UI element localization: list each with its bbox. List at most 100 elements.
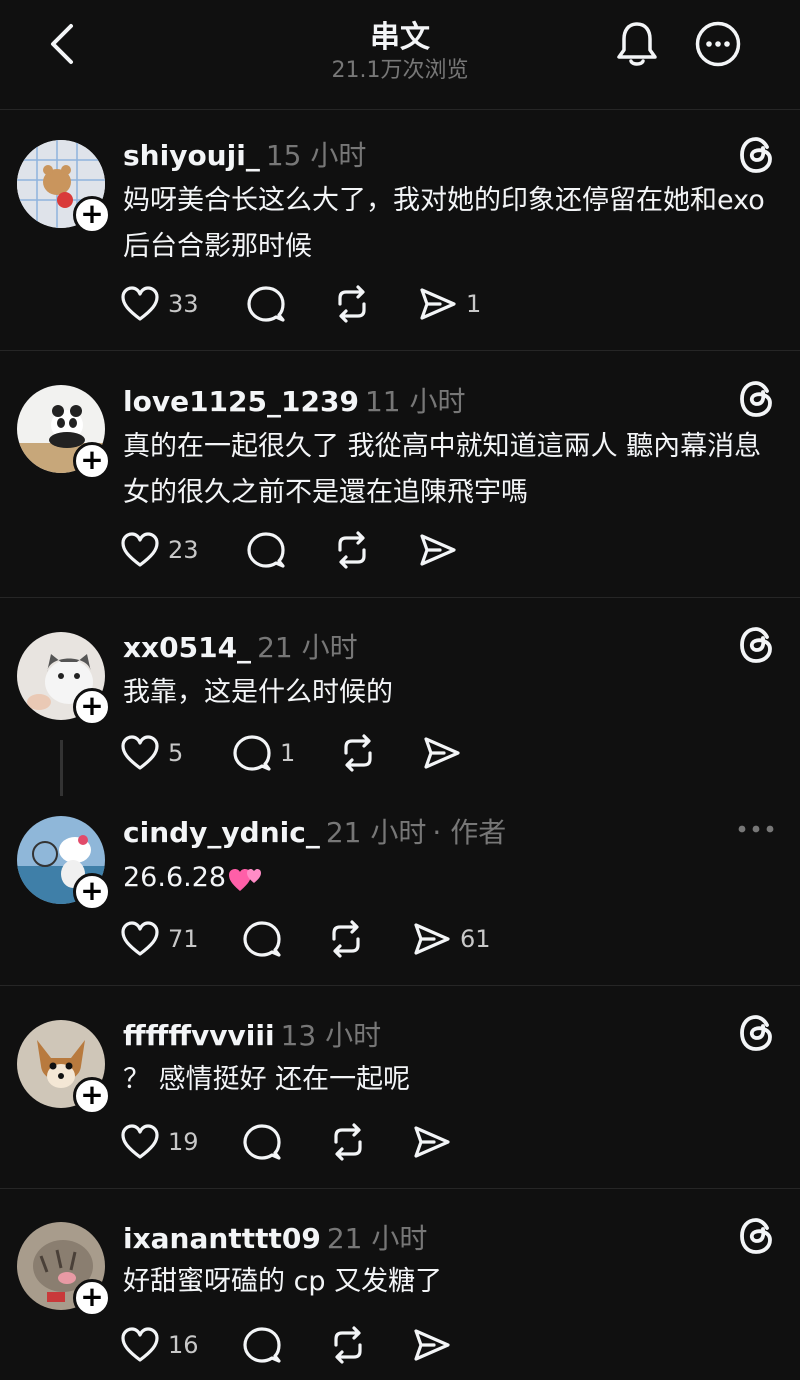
repost-button[interactable] (328, 1120, 368, 1164)
timestamp: 15 小时 (265, 139, 367, 172)
divider (0, 985, 800, 986)
repost-icon (334, 1326, 362, 1364)
page-title: 串文 (370, 20, 430, 55)
share-button[interactable]: 61 (412, 917, 491, 961)
comment-button[interactable] (242, 1323, 282, 1367)
follow-button[interactable]: + (73, 873, 111, 911)
comment-button[interactable]: 1 (232, 731, 295, 775)
post-text: 我靠，这是什么时候的 (123, 677, 393, 708)
threads-logo-icon[interactable] (736, 1012, 778, 1054)
threads-logo-icon[interactable] (736, 624, 778, 666)
username[interactable]: cindy_ydnic_ (123, 816, 320, 849)
post-text: ？ 感情挺好 还在一起呢 (123, 1064, 411, 1095)
repost-icon (332, 920, 360, 958)
follow-button[interactable]: + (73, 442, 111, 480)
divider (0, 597, 800, 598)
repost-button[interactable] (332, 282, 372, 326)
username[interactable]: ffffffvvviii (123, 1019, 275, 1052)
post-text: 好甜蜜呀磕的 cp 又发糖了 (123, 1266, 443, 1297)
username[interactable]: shiyouji_ (123, 139, 260, 172)
share-button[interactable]: 1 (418, 282, 481, 326)
post-text-value: 26.6.28 (123, 862, 227, 893)
timestamp: 21 小时 (257, 631, 358, 664)
repost-icon (338, 531, 366, 569)
repost-icon (344, 734, 372, 772)
comment-button[interactable] (246, 528, 286, 572)
like-button[interactable]: 71 (120, 917, 199, 961)
like-count: 71 (168, 925, 199, 953)
timestamp: 21 小时 (325, 816, 427, 849)
like-button[interactable]: 16 (120, 1323, 199, 1367)
threads-logo-icon[interactable] (736, 378, 778, 420)
notification-button[interactable] (612, 18, 662, 70)
share-icon (414, 1329, 450, 1361)
repost-button[interactable] (328, 1323, 368, 1367)
like-count: 16 (168, 1331, 199, 1359)
heart-icon (121, 1327, 159, 1362)
share-button[interactable] (412, 1323, 452, 1367)
comment-icon (247, 532, 285, 568)
timestamp: 11 小时 (364, 385, 466, 418)
like-count: 5 (168, 739, 184, 767)
like-button[interactable]: 23 (120, 528, 199, 572)
more-options-button[interactable] (694, 20, 742, 68)
like-button[interactable]: 19 (120, 1120, 199, 1164)
post-text: 真的在一起很久了 我從高中就知道這兩人 聽內幕消息 女的很久之前不是還在追陳飛宇… (123, 431, 762, 508)
follow-button[interactable]: + (73, 196, 111, 234)
more-options-icon[interactable] (736, 823, 776, 835)
username[interactable]: ixanantttt09 (123, 1222, 321, 1255)
heart-icon (121, 921, 159, 956)
like-button[interactable]: 5 (120, 731, 183, 775)
divider (0, 350, 800, 351)
username[interactable]: love1125_1239 (123, 385, 359, 418)
like-count: 23 (168, 536, 199, 564)
more-circle-icon (695, 21, 741, 67)
comment-button[interactable] (242, 917, 282, 961)
top-bar: 串文 21.1万次浏览 (0, 0, 800, 110)
divider (0, 1188, 800, 1189)
share-icon (424, 737, 460, 769)
share-count: 61 (460, 925, 491, 953)
share-icon (414, 923, 450, 955)
heart-icon (121, 735, 159, 770)
heart-icon (121, 532, 159, 567)
like-count: 33 (168, 290, 199, 318)
post-text: 妈呀美合长这么大了，我对她的印象还停留在她和exo后台合影那时候 (123, 185, 765, 262)
bell-icon (617, 22, 657, 66)
comment-icon (243, 1327, 281, 1363)
heart-icon (121, 1124, 159, 1159)
comment-icon (243, 921, 281, 957)
share-button[interactable] (418, 528, 458, 572)
follow-button[interactable]: + (73, 1279, 111, 1317)
repost-button[interactable] (332, 528, 372, 572)
comment-icon (243, 1124, 281, 1160)
author-tag: · 作者 (432, 816, 507, 849)
timestamp: 13 小时 (280, 1019, 382, 1052)
post-text: 26.6.28 (123, 855, 783, 901)
repost-icon (338, 285, 366, 323)
comment-icon (247, 286, 285, 322)
two-hearts-emoji-icon (229, 868, 262, 891)
repost-icon (334, 1123, 362, 1161)
threads-logo-icon[interactable] (736, 134, 778, 176)
heart-icon (121, 286, 159, 321)
comment-icon (233, 735, 271, 771)
like-count: 19 (168, 1128, 199, 1156)
share-button[interactable] (412, 1120, 452, 1164)
repost-button[interactable] (338, 731, 378, 775)
share-button[interactable] (422, 731, 462, 775)
comment-button[interactable] (246, 282, 286, 326)
repost-button[interactable] (326, 917, 366, 961)
threads-logo-icon[interactable] (736, 1215, 778, 1257)
share-icon (420, 534, 456, 566)
thread-connector (60, 740, 63, 796)
share-count: 1 (466, 290, 482, 318)
follow-button[interactable]: + (73, 688, 111, 726)
share-icon (414, 1126, 450, 1158)
username[interactable]: xx0514_ (123, 631, 251, 664)
comment-button[interactable] (242, 1120, 282, 1164)
like-button[interactable]: 33 (120, 282, 199, 326)
view-count: 21.1万次浏览 (331, 58, 469, 83)
timestamp: 21 小时 (326, 1222, 428, 1255)
follow-button[interactable]: + (73, 1077, 111, 1115)
